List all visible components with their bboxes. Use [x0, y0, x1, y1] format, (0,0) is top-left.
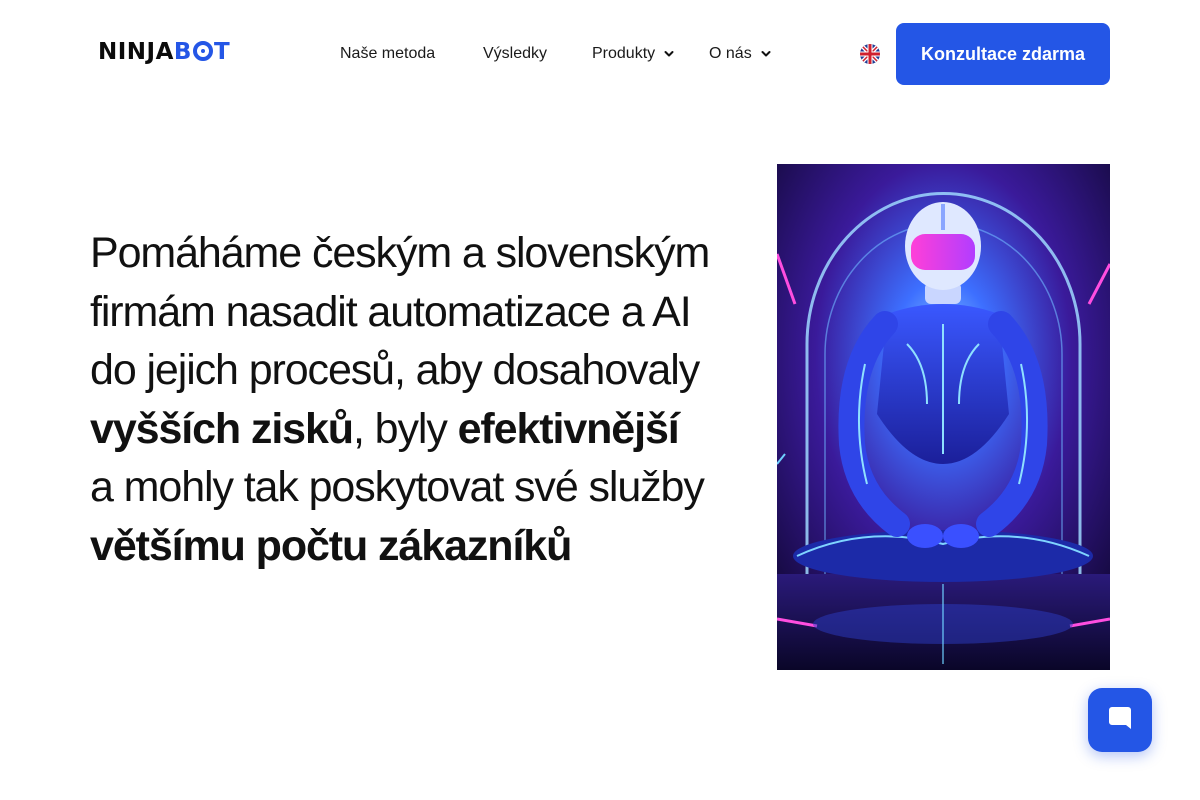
- nav-item-label: Produkty: [592, 45, 656, 62]
- hero-headline: Pomáháme českým a slovenským firmám nasa…: [90, 224, 750, 575]
- chat-button[interactable]: [1088, 688, 1152, 752]
- logo-text-ninja: NINJA: [98, 39, 174, 65]
- nav-item-label: Výsledky: [483, 45, 548, 62]
- hero-line: do jejich procesů, aby dosahovaly: [90, 346, 700, 394]
- hero-emphasis: vyšších zisků: [90, 404, 354, 453]
- meditating-robot-illustration: [777, 164, 1110, 670]
- nav-item-label: Naše metoda: [340, 45, 436, 62]
- nav-item-o-nas[interactable]: O nás: [709, 44, 772, 64]
- nav-item-label: O nás: [709, 45, 752, 62]
- nav-item-nase-metoda[interactable]: Naše metoda: [340, 44, 435, 64]
- nav-item-produkty[interactable]: Produkty: [592, 44, 675, 64]
- hero-emphasis: většímu počtu zákazníků: [90, 521, 572, 570]
- site-header: NINJAB T Naše metoda Výsledky Produkty O …: [0, 0, 1200, 108]
- hero-line: Pomáháme českým a slovenským: [90, 229, 710, 277]
- free-consultation-button[interactable]: Konzultace zdarma: [896, 23, 1110, 85]
- chevron-down-icon: [760, 48, 772, 60]
- chevron-down-icon: [663, 48, 675, 60]
- hero-line: , byly: [352, 404, 458, 453]
- hero-line: firmám nasadit automatizace a AI: [90, 287, 692, 336]
- ninjabot-logo[interactable]: NINJAB T: [98, 40, 230, 64]
- hero-line: a mohly tak poskytovat své služby: [90, 463, 705, 511]
- chat-bubble-icon: [1106, 704, 1134, 737]
- hero-emphasis: efektivnější: [457, 404, 680, 453]
- uk-flag-icon[interactable]: [860, 44, 880, 64]
- nav-item-vysledky[interactable]: Výsledky: [483, 44, 547, 64]
- logo-o-icon: [192, 41, 213, 61]
- logo-text-bot: BT: [173, 39, 231, 65]
